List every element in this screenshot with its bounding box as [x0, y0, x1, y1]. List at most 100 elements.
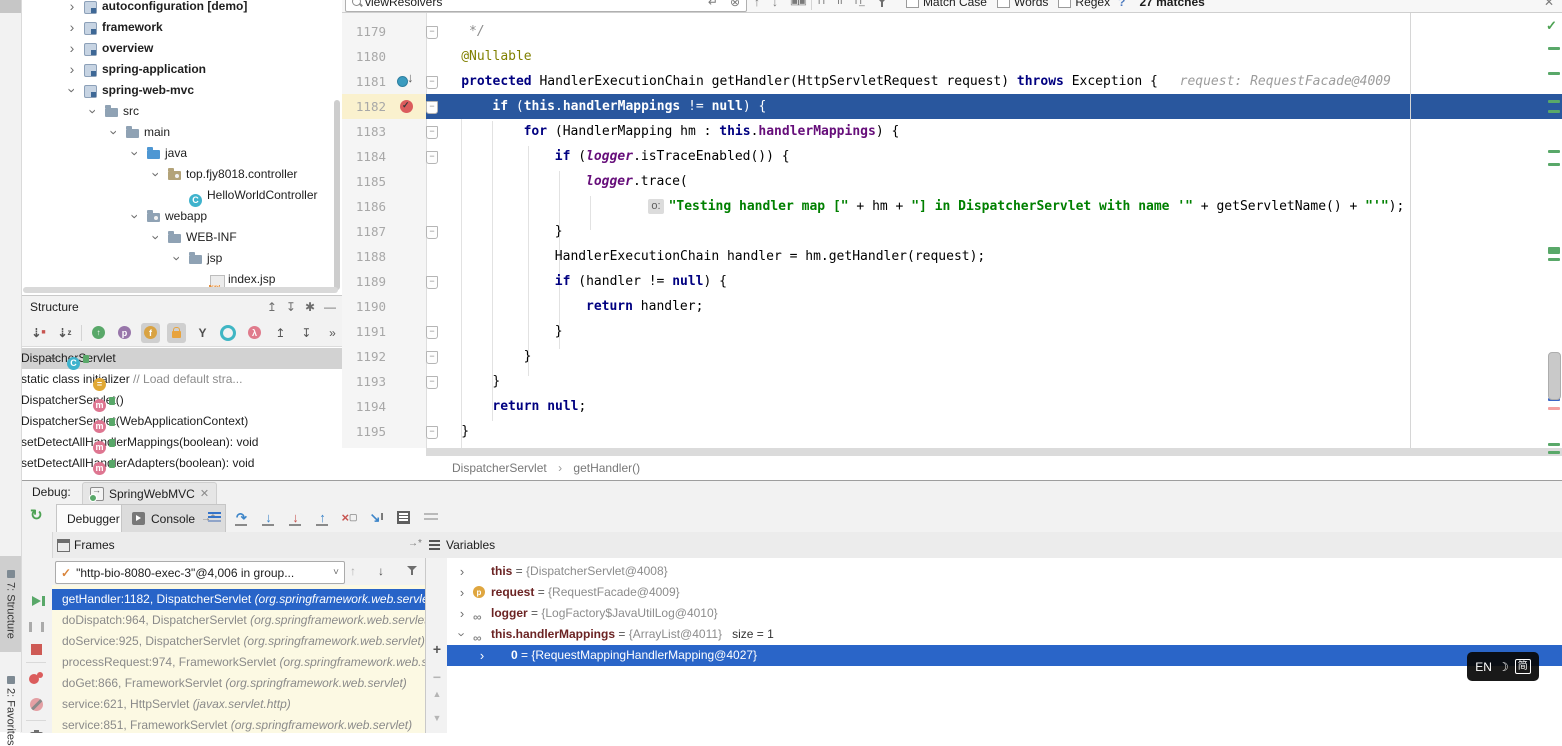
tree-item[interactable]: ›webapp — [21, 206, 342, 227]
search-filter-icon[interactable]: ΙΙ — [837, 0, 843, 7]
code-line[interactable]: 1183−for (HandlerMapping hm : this.handl… — [342, 119, 1562, 144]
code-line[interactable]: 1186o:"Testing handler map [" + hm + "] … — [342, 194, 1562, 219]
stop-icon[interactable] — [20, 644, 52, 655]
fold-marker-icon[interactable]: − — [426, 351, 438, 364]
chevron-right-icon[interactable]: › — [67, 0, 77, 17]
structure-item[interactable]: msetDetectAllHandlerAdapters(boolean): v… — [21, 453, 342, 474]
select-all-occurrences-icon[interactable]: ▣▣ — [790, 0, 805, 7]
fold-marker-icon[interactable]: − — [426, 226, 438, 239]
remove-watch-icon[interactable]: − — [426, 669, 448, 685]
frame-row[interactable]: getHandler:1182, DispatcherServlet (org.… — [52, 589, 425, 610]
tree-item[interactable]: ›autoconfiguration [demo] — [21, 0, 342, 17]
next-frame-icon[interactable]: ↓ — [378, 564, 384, 578]
chevron-right-icon[interactable]: › — [67, 59, 77, 80]
debug-session-tab[interactable]: SpringWebMVC ✕ — [82, 482, 217, 504]
tree-item[interactable]: CHelloWorldController — [21, 185, 342, 206]
ime-indicator[interactable]: EN☽简 — [1467, 652, 1539, 681]
tree-item[interactable]: ›spring-web-mvc — [21, 80, 342, 101]
hide-library-frames-icon[interactable] — [406, 564, 418, 576]
fold-marker-icon[interactable]: − — [426, 26, 438, 39]
words-label[interactable]: Words — [1014, 0, 1048, 9]
regex-help-icon[interactable]: ? — [1118, 0, 1125, 9]
chevron-down-icon[interactable]: › — [146, 170, 167, 180]
step-over-icon[interactable]: ↷ — [233, 509, 250, 526]
project-horizontal-scrollbar[interactable] — [23, 287, 338, 293]
move-up-icon[interactable]: ▲ — [426, 689, 448, 699]
code-line[interactable]: 1194return null; — [342, 394, 1562, 419]
chevron-down-icon[interactable]: › — [62, 86, 83, 96]
frame-row[interactable]: processRequest:974, FrameworkServlet (or… — [52, 652, 425, 673]
regex-checkbox[interactable] — [1058, 0, 1071, 8]
variable-row[interactable]: ›0 = {RequestMappingHandlerMapping@4027} — [447, 645, 1562, 666]
structure-item[interactable]: msetDetectAllHandlerMappings(boolean): v… — [21, 432, 342, 453]
thread-dropdown[interactable]: ✓ "http-bio-8080-exec-3"@4,006 in group.… — [55, 561, 345, 584]
chevron-down-icon[interactable]: › — [125, 149, 146, 159]
fold-marker-icon[interactable]: − — [426, 276, 438, 289]
frame-row[interactable]: doGet:866, FrameworkServlet (org.springf… — [52, 673, 425, 694]
tree-item[interactable]: ›jsp — [21, 248, 342, 269]
close-search-icon[interactable]: ✕ — [1544, 0, 1554, 9]
variable-row[interactable]: ›∞this.handlerMappings = {ArrayList@4011… — [447, 624, 1562, 645]
sort-alphabetically-icon[interactable]: ⇣z — [55, 323, 74, 343]
search-in-selection-icon[interactable]: Π — [818, 0, 825, 7]
chevron-right-icon[interactable]: › — [67, 17, 77, 38]
show-fields-icon[interactable]: f — [141, 323, 160, 343]
editor[interactable]: 1178* @return the HandlerExecutionChain,… — [342, 0, 1562, 480]
words-checkbox[interactable] — [997, 0, 1010, 8]
chevron-down-icon[interactable]: › — [146, 233, 167, 243]
tree-item[interactable]: ›main — [21, 122, 342, 143]
drop-frame-icon[interactable]: ×▢ — [341, 509, 358, 526]
code-line[interactable]: 1192−} — [342, 344, 1562, 369]
new-line-icon[interactable]: ↵ — [708, 0, 718, 9]
fold-marker-icon[interactable]: − — [426, 76, 438, 89]
inspection-status-icon[interactable]: ✓ — [1546, 18, 1557, 34]
chevron-right-icon[interactable]: › — [457, 582, 467, 603]
tree-item[interactable]: ›WEB-INF — [21, 227, 342, 248]
frames-pin-icon[interactable]: →* — [408, 538, 422, 549]
chevron-right-icon[interactable]: › — [67, 38, 77, 59]
chevron-down-icon[interactable]: › — [44, 354, 65, 364]
chevron-down-icon[interactable]: › — [104, 128, 125, 138]
stripe-tab-structure[interactable]: 7: Structure — [0, 556, 21, 652]
show-non-public-icon[interactable] — [167, 323, 186, 343]
show-properties-icon[interactable]: p — [115, 323, 134, 343]
filter-icon[interactable] — [876, 0, 888, 8]
search-context-icon[interactable]: Π̲ — [855, 0, 862, 7]
code-line[interactable]: 1188HandlerExecutionChain handler = hm.g… — [342, 244, 1562, 269]
code-line[interactable]: 1182−if (this.handlerMappings != null) { — [342, 94, 1562, 119]
frame-row[interactable]: service:851, FrameworkServlet (org.sprin… — [52, 715, 425, 733]
code-line[interactable]: 1189−if (handler != null) { — [342, 269, 1562, 294]
editor-scrollbar-thumb[interactable] — [1548, 352, 1561, 400]
clear-search-icon[interactable]: ⊗ — [730, 0, 740, 9]
chevron-right-icon[interactable]: › — [477, 645, 487, 666]
breadcrumb-class[interactable]: DispatcherServlet — [452, 461, 547, 475]
pause-icon[interactable] — [20, 622, 52, 632]
previous-frame-icon[interactable]: ↑ — [350, 564, 356, 578]
force-step-into-icon[interactable]: ↓ — [287, 509, 304, 526]
show-execution-point-icon[interactable] — [206, 509, 223, 526]
code-line[interactable]: 1190return handler; — [342, 294, 1562, 319]
expand-all-icon[interactable]: ↥ — [271, 323, 290, 343]
frame-row[interactable]: doDispatch:964, DispatcherServlet (org.s… — [52, 610, 425, 631]
group-methods-icon[interactable]: Y — [193, 323, 212, 343]
tree-item[interactable]: ›java — [21, 143, 342, 164]
show-inherited-icon[interactable]: ↑ — [89, 323, 108, 343]
previous-occurrence-icon[interactable]: ↑ — [754, 0, 760, 9]
chevron-down-icon[interactable]: › — [452, 630, 473, 640]
tree-item[interactable]: ›spring-application — [21, 59, 342, 80]
search-input[interactable]: viewResolvers ↵ ⊗ — [345, 0, 747, 12]
tree-item[interactable]: ›top.fjy8018.controller — [21, 164, 342, 185]
match-case-label[interactable]: Match Case — [923, 0, 987, 9]
settings-gear-icon[interactable]: ✱ — [305, 296, 315, 319]
project-vertical-scrollbar[interactable] — [334, 100, 340, 290]
variable-row[interactable]: ›∞logger = {LogFactory$JavaUtilLog@4010} — [447, 603, 1562, 624]
chevron-right-icon[interactable]: › — [457, 561, 467, 582]
code-line[interactable]: 1185logger.trace( — [342, 169, 1562, 194]
evaluate-expression-icon[interactable] — [395, 509, 412, 526]
close-session-icon[interactable]: ✕ — [200, 487, 209, 500]
chevron-right-icon[interactable]: › — [457, 603, 467, 624]
code-line[interactable]: 1184−if (logger.isTraceEnabled()) { — [342, 144, 1562, 169]
code-line[interactable]: 1180@Nullable — [342, 44, 1562, 69]
collapse-all-icon[interactable]: ↧ — [297, 323, 316, 343]
chevron-down-icon[interactable]: › — [83, 107, 104, 117]
